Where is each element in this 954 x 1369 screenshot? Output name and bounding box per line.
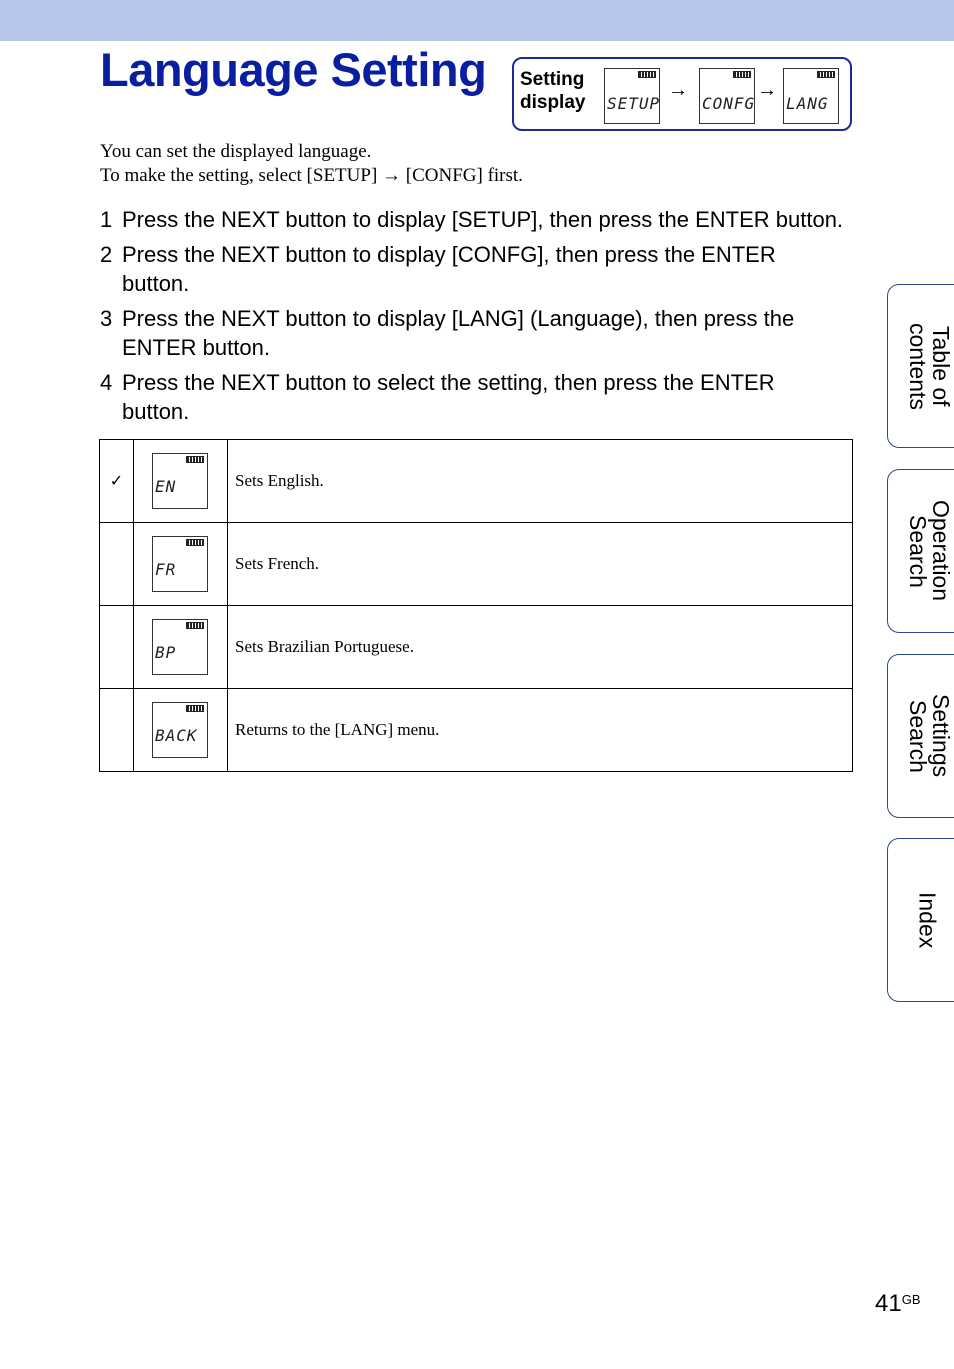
table-row: FR Sets French. [99, 522, 853, 606]
intro-line: To make the setting, select [SETUP] → [C… [100, 165, 523, 186]
intro-text: You can set the displayed language. To m… [100, 140, 523, 188]
screen-cell: EN [133, 439, 228, 523]
page-title: Language Setting [100, 43, 487, 96]
step-number: 1 [100, 207, 113, 232]
steps-list: 1 Press the NEXT button to display [SETUP… [100, 205, 860, 432]
step-item: 4 Press the NEXT button to select the set… [100, 368, 860, 426]
arrow-icon: → [668, 79, 688, 101]
lcd-screen: BACK [152, 702, 208, 758]
lcd-text: BACK [155, 726, 198, 745]
selected-cell: ✓ [99, 439, 134, 523]
page-number: 41GB [875, 1290, 921, 1318]
battery-icon [186, 539, 204, 546]
selected-cell [99, 688, 134, 772]
lcd-screen: FR [152, 536, 208, 592]
table-row: ✓ EN Sets English. [99, 439, 853, 523]
battery-icon [733, 71, 751, 78]
battery-icon [817, 71, 835, 78]
step-number: 4 [100, 370, 113, 395]
lcd-screen: EN [152, 453, 208, 509]
tab-label: Table of contents [905, 322, 954, 410]
setting-display-box: Setting display SETUP → CONFG → LANG [512, 57, 852, 131]
lcd-text: FR [155, 560, 177, 579]
tab-table-of-contents[interactable]: Table of contents [887, 284, 954, 448]
lcd-screen-lang: LANG [783, 68, 839, 124]
description-cell: Sets French. [227, 522, 853, 606]
step-text: Press the NEXT button to display [SETUP]… [122, 207, 844, 232]
selected-cell [99, 522, 134, 606]
header-bar [0, 0, 954, 41]
screen-cell: BP [133, 605, 228, 689]
tab-operation-search[interactable]: Operation Search [887, 469, 954, 633]
battery-icon [186, 705, 204, 712]
tab-settings-search[interactable]: Settings Search [887, 654, 954, 818]
step-item: 3 Press the NEXT button to display [LANG]… [100, 304, 860, 362]
page-suffix: GB [901, 1292, 921, 1307]
selected-cell [99, 605, 134, 689]
step-item: 1 Press the NEXT button to display [SETUP… [100, 205, 860, 234]
intro-line: You can set the displayed language. [100, 141, 372, 162]
page-number-value: 41 [875, 1290, 902, 1317]
battery-icon [186, 456, 204, 463]
step-text: Press the NEXT button to display [CONFG]… [122, 242, 776, 296]
language-options-table: ✓ EN Sets English. FR Sets French. BP Se… [99, 439, 853, 772]
lcd-screen-confg: CONFG [699, 68, 755, 124]
step-text: Press the NEXT button to select the sett… [122, 370, 775, 424]
lcd-text: EN [155, 477, 177, 496]
tab-label: Index [914, 891, 941, 949]
tab-index[interactable]: Index [887, 838, 954, 1002]
table-row: BACK Returns to the [LANG] menu. [99, 688, 853, 772]
setting-display-label: Setting display [520, 69, 586, 113]
description-cell: Sets English. [227, 439, 853, 523]
battery-icon [638, 71, 656, 78]
screen-cell: FR [133, 522, 228, 606]
tab-label: Operation Search [905, 500, 954, 602]
tab-label: Settings Search [905, 694, 954, 778]
arrow-icon: → [757, 79, 777, 101]
step-item: 2 Press the NEXT button to display [CONFG… [100, 240, 860, 298]
battery-icon [186, 622, 204, 629]
step-number: 2 [100, 242, 113, 267]
step-text: Press the NEXT button to display [LANG] … [122, 306, 795, 360]
lcd-screen: BP [152, 619, 208, 675]
screen-cell: BACK [133, 688, 228, 772]
lcd-screen-setup: SETUP [604, 68, 660, 124]
description-cell: Returns to the [LANG] menu. [227, 688, 853, 772]
table-row: BP Sets Brazilian Portuguese. [99, 605, 853, 689]
description-cell: Sets Brazilian Portuguese. [227, 605, 853, 689]
checkmark-icon: ✓ [109, 473, 124, 490]
step-number: 3 [100, 306, 113, 331]
lcd-text: BP [155, 643, 177, 662]
